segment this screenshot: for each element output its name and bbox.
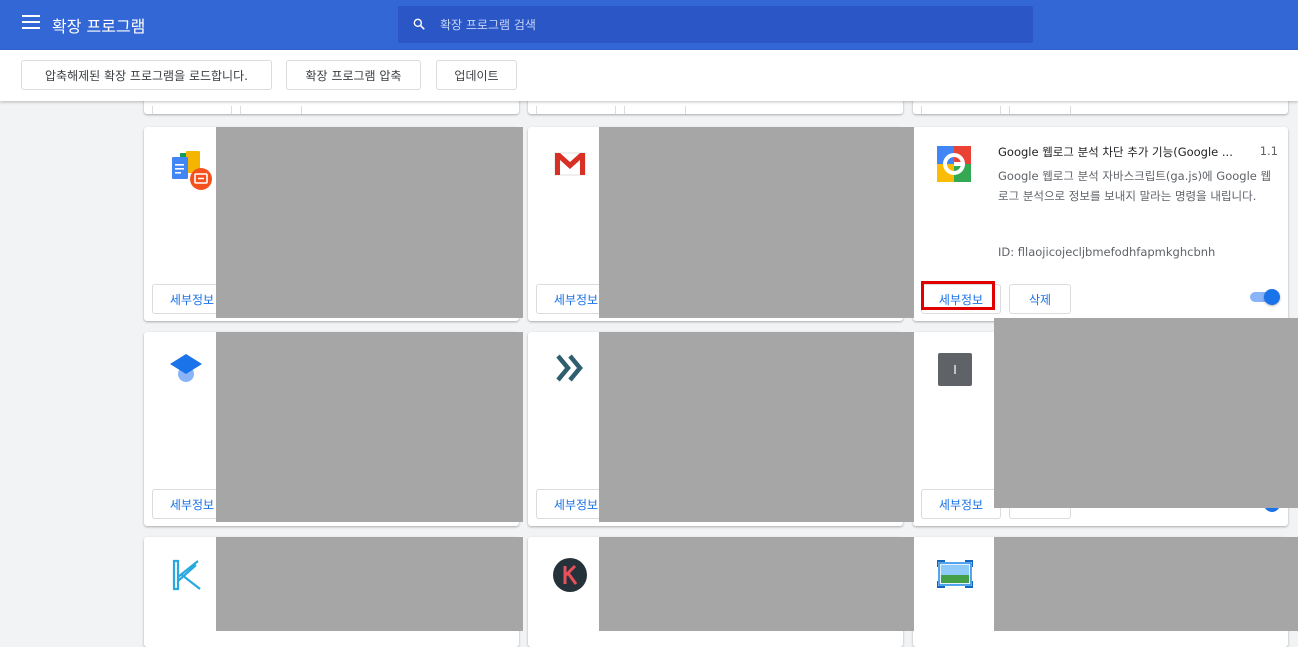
letter-i-icon: I xyxy=(938,353,972,386)
search-icon xyxy=(413,18,425,30)
extension-id: ID: fllaojicojecljbmefodhfapmkghcbnh xyxy=(998,245,1216,259)
extension-card-analytics-optout: Google 웹로그 분석 차단 추가 기능(Google ... 1.1 Go… xyxy=(913,127,1288,321)
search-bar[interactable] xyxy=(398,6,1033,43)
redacted-region xyxy=(216,127,523,318)
page-title: 확장 프로그램 xyxy=(52,17,146,36)
enable-toggle[interactable] xyxy=(1248,289,1280,305)
google-docs-offline-icon xyxy=(172,151,212,190)
screenshot-frame-icon xyxy=(937,560,973,588)
remove-button[interactable]: 삭제 xyxy=(1009,284,1071,314)
update-button[interactable]: 업데이트 xyxy=(436,60,517,90)
load-unpacked-button[interactable]: 압축해제된 확장 프로그램을 로드합니다. xyxy=(21,60,272,90)
extension-version: 1.1 xyxy=(1259,144,1278,158)
redacted-region xyxy=(599,127,914,318)
details-button[interactable]: 세부정보 xyxy=(921,489,1001,519)
double-chevron-icon xyxy=(556,354,583,382)
redacted-region xyxy=(599,537,914,631)
redacted-region xyxy=(599,332,914,522)
redacted-region xyxy=(216,332,523,522)
redacted-region xyxy=(216,537,523,631)
graduation-cap-icon xyxy=(170,354,202,382)
menu-icon[interactable] xyxy=(22,15,40,29)
details-button[interactable] xyxy=(921,106,1001,114)
redacted-region xyxy=(994,318,1298,508)
details-button[interactable] xyxy=(536,106,616,114)
extension-name: Google 웹로그 분석 차단 추가 기능(Google ... xyxy=(998,145,1233,159)
remove-button[interactable] xyxy=(240,106,302,114)
extension-description: Google 웹로그 분석 자바스크립트(ga.js)에 Google 웹로그 … xyxy=(998,169,1272,203)
details-button[interactable] xyxy=(152,106,232,114)
google-analytics-optout-icon xyxy=(937,146,971,182)
remove-button[interactable] xyxy=(624,106,686,114)
gmail-icon xyxy=(554,152,586,176)
remove-button[interactable] xyxy=(1009,106,1071,114)
app-header: 확장 프로그램 xyxy=(0,0,1298,50)
developer-toolbar: 압축해제된 확장 프로그램을 로드합니다. 확장 프로그램 압축 업데이트 xyxy=(0,50,1298,101)
k-circle-icon xyxy=(553,558,587,592)
search-input[interactable] xyxy=(440,6,1020,43)
pack-extension-button[interactable]: 확장 프로그램 압축 xyxy=(286,60,421,90)
details-button[interactable]: 세부정보 xyxy=(921,284,1001,314)
k-pen-icon xyxy=(172,559,201,591)
redacted-region xyxy=(994,537,1298,631)
toggle-thumb xyxy=(1264,289,1280,305)
